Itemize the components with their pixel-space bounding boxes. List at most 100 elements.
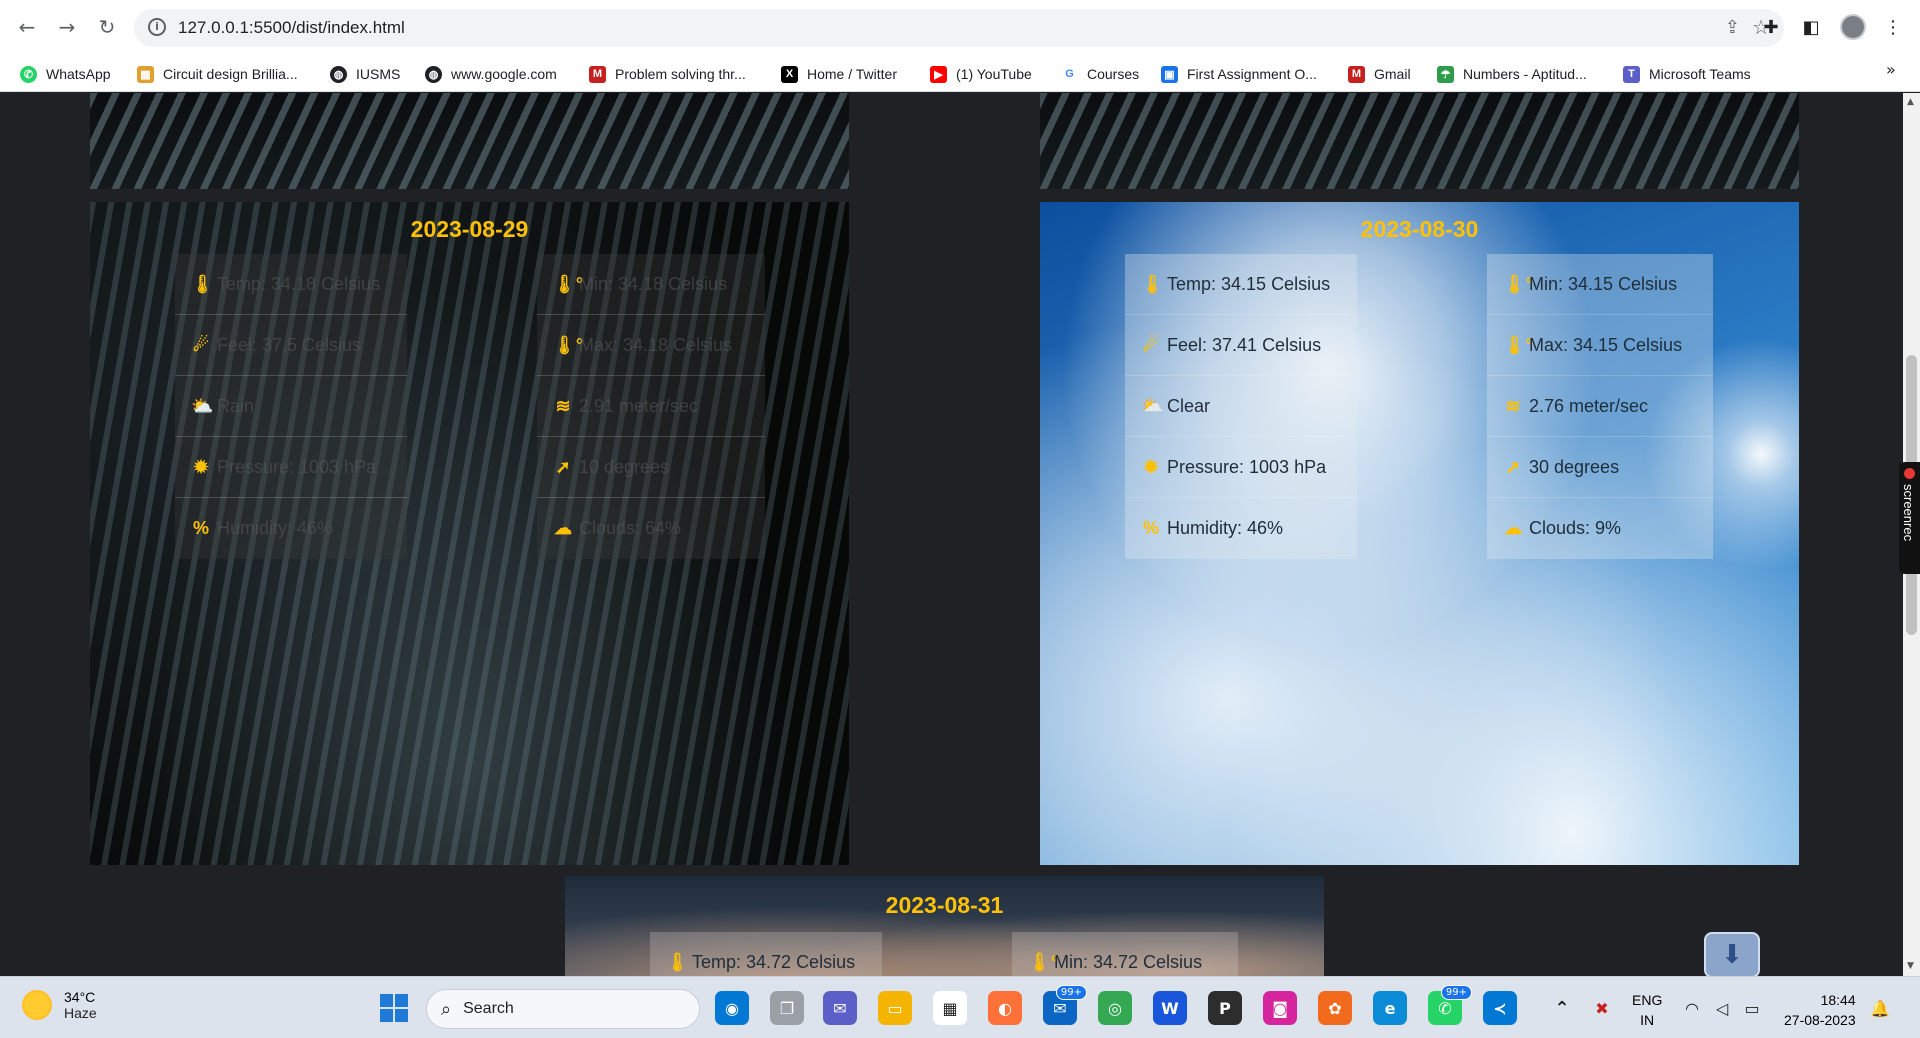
classroom-icon: ▣ xyxy=(1161,65,1178,83)
share-icon[interactable]: ⇪ xyxy=(1725,17,1740,38)
bookmark-circuit-design[interactable]: ▦ Circuit design Brillia... xyxy=(137,64,298,84)
bookmark-problem-solving[interactable]: M Problem solving thr... xyxy=(589,64,746,84)
wind-icon: ≋ xyxy=(1505,395,1521,416)
chat-icon: ✉ xyxy=(833,998,847,1018)
bookmark-label: IUSMS xyxy=(356,66,401,82)
taskbar-app-file-explorer[interactable]: ▭ xyxy=(878,991,912,1025)
temp-value: Temp: 34.72 Celsius xyxy=(692,951,856,972)
taskbar-app-p[interactable]: P xyxy=(1208,991,1242,1025)
language-indicator[interactable]: ENG IN xyxy=(1632,990,1662,1030)
menu-kebab-icon[interactable]: ⋮ xyxy=(1878,12,1908,42)
bookmark-google[interactable]: ◍ www.google.com xyxy=(425,64,557,84)
bookmark-courses[interactable]: G Courses xyxy=(1061,64,1139,84)
wind-row: ≋ 2.76 meter/sec xyxy=(1487,376,1713,437)
taskbar-app-firefox[interactable]: ◐ xyxy=(988,991,1022,1025)
site-info-icon[interactable]: i xyxy=(148,18,166,36)
sun-cloud-icon: ⛅ xyxy=(1141,395,1164,416)
bookmark-whatsapp[interactable]: ✆ WhatsApp xyxy=(20,64,111,84)
temp-row: 🌡 Temp: 34.72 Celsius xyxy=(650,932,882,976)
humidity-value: Humidity: 46% xyxy=(1167,518,1284,538)
battery-icon: ▭ xyxy=(1744,998,1760,1018)
sun-cloud-icon: ⛅ xyxy=(191,395,214,416)
feels-like-icon: ☄ xyxy=(192,334,210,355)
whatsapp-icon: ✆ xyxy=(1438,998,1452,1018)
thermometer-deg-icon: 🌡° xyxy=(553,273,584,294)
temp-value: Temp: 34.15 Celsius xyxy=(1167,273,1331,294)
download-shield-icon: ⬇ xyxy=(1721,940,1743,970)
bookmark-iusms[interactable]: ◍ IUSMS xyxy=(330,64,400,84)
profile-avatar[interactable] xyxy=(1840,14,1866,40)
bookmark-numbers-aptitude[interactable]: ☂ Numbers - Aptitud... xyxy=(1437,64,1587,84)
taskbar-app-orange[interactable]: ✿ xyxy=(1318,991,1352,1025)
clock-time: 18:44 xyxy=(1820,992,1856,1008)
screenrec-tab[interactable]: screenrec xyxy=(1899,462,1920,574)
bookmark-first-assignment[interactable]: ▣ First Assignment O... xyxy=(1161,64,1317,84)
taskbar-app-whatsapp[interactable]: ✆ 99+ xyxy=(1428,985,1472,1025)
thermometer-deg-icon: 🌡° xyxy=(1503,334,1534,355)
taskbar-app-w[interactable]: W xyxy=(1153,991,1187,1025)
bookmark-youtube[interactable]: ▶ (1) YouTube xyxy=(930,64,1032,84)
whatsapp-icon: ✆ xyxy=(20,65,37,83)
weather-details-left: 🌡 Temp: 34.15 Celsius ☄ Feel: 37.41 Celsiu… xyxy=(1125,254,1357,559)
pressure-value: Pressure: 1003 hPa xyxy=(1167,456,1327,477)
min-row: 🌡° Min: 34.72 Celsius xyxy=(1012,932,1238,976)
taskbar-clock[interactable]: 18:44 27-08-2023 xyxy=(1784,990,1856,1030)
pressure-value: Pressure: 1003 hPa xyxy=(217,456,377,477)
battery-button[interactable]: ▭ xyxy=(1740,991,1764,1025)
volume-icon: ◁ xyxy=(1715,998,1729,1018)
taskbar-app-copilot[interactable]: ◉ xyxy=(715,991,749,1025)
bookmark-microsoft-teams[interactable]: T Microsoft Teams xyxy=(1623,64,1751,84)
taskbar-app-mail[interactable]: ✉ 99+ xyxy=(1043,985,1087,1025)
scroll-up-arrow-icon[interactable]: ▲ xyxy=(1907,97,1914,107)
temp-row: 🌡 Temp: 34.15 Celsius xyxy=(1125,254,1357,315)
mail-icon: ✉ xyxy=(1053,998,1067,1018)
tray-app[interactable]: ✖ xyxy=(1585,991,1619,1025)
bookmarks-overflow-icon[interactable]: » xyxy=(1886,60,1896,79)
bookmark-label: Home / Twitter xyxy=(807,66,897,82)
taskbar-app-task-view[interactable]: ❐ xyxy=(770,991,804,1025)
language-code: ENG xyxy=(1632,992,1663,1008)
feels-like-icon: ☄ xyxy=(1142,334,1160,355)
address-bar-url[interactable]: 127.0.0.1:5500/dist/index.html xyxy=(178,18,405,38)
bookmark-label: Numbers - Aptitud... xyxy=(1463,66,1587,82)
bookmark-twitter[interactable]: X Home / Twitter xyxy=(781,64,897,84)
back-arrow-icon[interactable]: ← xyxy=(12,12,42,42)
reload-icon[interactable]: ↻ xyxy=(92,12,122,42)
scroll-down-arrow-icon[interactable]: ▼ xyxy=(1907,961,1914,971)
weather-card-previous-right xyxy=(1040,93,1799,189)
feel-row: ☄ Feel: 37.41 Celsius xyxy=(1125,315,1357,376)
show-hidden-icons[interactable]: ⌃ xyxy=(1545,991,1579,1025)
temp-row: 🌡 Temp: 34.18 Celsius xyxy=(175,254,407,315)
clock-date: 27-08-2023 xyxy=(1784,1012,1856,1028)
w-app-icon: W xyxy=(1161,998,1179,1018)
direction-row: ➚ 30 degrees xyxy=(1487,437,1713,498)
taskbar-app-instagram[interactable]: ◙ xyxy=(1263,991,1297,1025)
extensions-icon[interactable]: ✚ xyxy=(1756,12,1786,42)
wifi-button[interactable]: ◠ xyxy=(1680,991,1704,1025)
thermometer-deg-icon: 🌡° xyxy=(553,334,584,355)
min-row: 🌡° Min: 34.15 Celsius xyxy=(1487,254,1713,315)
taskbar-app-store[interactable]: ▦ xyxy=(933,991,967,1025)
start-button[interactable] xyxy=(380,994,408,1022)
weather-temp: 34°C xyxy=(64,989,96,1005)
address-bar[interactable]: i 127.0.0.1:5500/dist/index.html ⇪ ☆ xyxy=(134,9,1784,47)
screenrec-label: screenrec xyxy=(1901,484,1916,542)
bookmark-gmail[interactable]: M Gmail xyxy=(1348,64,1411,84)
taskbar-app-edge[interactable]: e xyxy=(1373,991,1407,1025)
taskbar-weather-widget[interactable]: 34°C Haze xyxy=(22,989,97,1021)
taskbar-app-vscode[interactable]: ≺ xyxy=(1483,991,1517,1025)
side-panel-icon[interactable]: ◧ xyxy=(1796,12,1826,42)
clouds-value: Clouds: 64% xyxy=(579,518,682,538)
weather-card-2023-08-31: 2023-08-31 🌡 Temp: 34.72 Celsius 🌡° Min: 3… xyxy=(565,876,1324,976)
taskbar-app-chrome[interactable]: ◎ xyxy=(1098,991,1132,1025)
chrome-icon: ◎ xyxy=(1108,998,1122,1018)
volume-button[interactable]: ◁ xyxy=(1710,991,1734,1025)
taskbar-search[interactable]: ⌕ Search xyxy=(426,989,700,1029)
min-value: Min: 34.18 Celsius xyxy=(579,273,728,294)
floating-download-button[interactable]: ⬇ xyxy=(1704,932,1760,978)
condition-row: ⛅ Clear xyxy=(1125,376,1357,437)
taskbar-app-teams-chat[interactable]: ✉ xyxy=(823,991,857,1025)
forward-arrow-icon[interactable]: → xyxy=(52,12,82,42)
wind-row: ≋ 2.91 meter/sec xyxy=(537,376,765,437)
notifications-button[interactable]: 🔔 xyxy=(1868,991,1892,1025)
